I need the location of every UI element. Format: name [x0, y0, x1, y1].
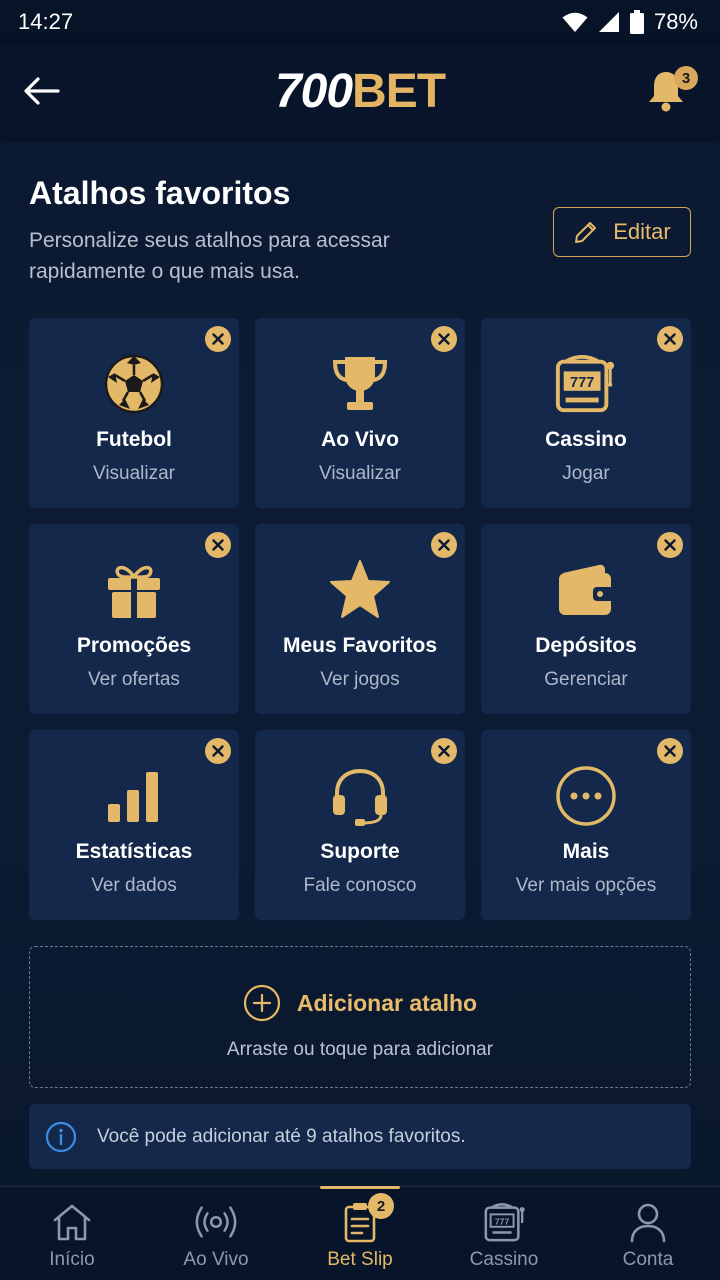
- shortcut-label: Estatísticas: [75, 840, 193, 863]
- nav-bet-slip[interactable]: 2 Bet Slip: [288, 1187, 432, 1280]
- remove-shortcut-button[interactable]: [657, 326, 683, 352]
- shortcut-sublabel: Jogar: [562, 463, 610, 484]
- nav-ao-vivo[interactable]: Ao Vivo: [144, 1187, 288, 1280]
- svg-text:777: 777: [570, 375, 594, 391]
- shortcut-mais[interactable]: Mais Ver mais opções: [481, 730, 691, 920]
- nav-label: Conta: [622, 1249, 674, 1270]
- nav-cassino[interactable]: 777 Cassino: [432, 1187, 576, 1280]
- page-subtitle: Personalize seus atalhos para acessar ra…: [29, 229, 390, 283]
- notifications-button[interactable]: 3: [646, 66, 698, 114]
- live-icon: [195, 1206, 237, 1238]
- remove-shortcut-button[interactable]: [657, 532, 683, 558]
- remove-shortcut-button[interactable]: [205, 326, 231, 352]
- status-time: 14:27: [18, 9, 74, 34]
- wifi-icon: [562, 12, 588, 32]
- svg-text:777: 777: [495, 1216, 510, 1226]
- remove-shortcut-button[interactable]: [657, 738, 683, 764]
- nav-label: Bet Slip: [327, 1249, 393, 1270]
- bar-chart-icon: [108, 772, 158, 822]
- shortcut-label: Futebol: [96, 428, 172, 451]
- close-icon: [438, 333, 450, 345]
- close-icon: [664, 333, 676, 345]
- shortcut-label: Mais: [562, 840, 610, 863]
- info-text: Você pode adicionar até 9 atalhos favori…: [97, 1125, 466, 1147]
- close-icon: [212, 745, 224, 757]
- shortcut-label: Depósitos: [535, 634, 637, 657]
- edit-label: Editar: [613, 219, 671, 244]
- gift-icon: [108, 565, 160, 618]
- nav-label: Cassino: [469, 1249, 539, 1270]
- add-shortcut-button[interactable]: Adicionar atalho Arraste ou toque para a…: [29, 946, 691, 1088]
- brand-logo[interactable]: 700 BET: [274, 64, 446, 119]
- remove-shortcut-button[interactable]: [431, 532, 457, 558]
- logo-part-1: 700: [274, 64, 353, 118]
- remove-shortcut-button[interactable]: [205, 532, 231, 558]
- nav-inicio[interactable]: Início: [0, 1187, 144, 1280]
- slot-machine-icon: 777: [555, 354, 615, 413]
- app-header: 700 BET 3: [0, 44, 720, 138]
- home-icon: [53, 1204, 91, 1241]
- slot-machine-icon: 777: [484, 1203, 525, 1242]
- back-arrow-icon[interactable]: [22, 74, 62, 108]
- notifications-badge: 3: [674, 66, 698, 90]
- nav-label: Início: [49, 1249, 95, 1270]
- battery-icon: [629, 10, 644, 34]
- close-icon: [212, 333, 224, 345]
- signal-icon: [598, 12, 619, 32]
- shortcut-futebol[interactable]: Futebol Visualizar: [29, 318, 239, 508]
- shortcut-sublabel: Ver jogos: [320, 669, 400, 690]
- add-shortcut-label: Adicionar atalho: [296, 989, 478, 1016]
- shortcut-label: Ao Vivo: [321, 428, 399, 451]
- shortcut-sublabel: Visualizar: [318, 463, 402, 484]
- headset-icon: [333, 768, 387, 826]
- shortcut-label: Meus Favoritos: [282, 634, 438, 657]
- shortcut-label: Promoções: [76, 634, 192, 657]
- close-icon: [438, 745, 450, 757]
- battery-percent: 78%: [653, 9, 698, 34]
- soccer-ball-icon: [104, 354, 164, 414]
- shortcut-sublabel: Gerenciar: [544, 669, 628, 690]
- close-icon: [664, 539, 676, 551]
- plus-circle-icon: [243, 984, 280, 1022]
- bottom-navigation: Início Ao Vivo 2 Bet Slip 777 Cassino Co…: [0, 1186, 720, 1280]
- shortcut-depositos[interactable]: Depósitos Gerenciar: [481, 524, 691, 714]
- pencil-icon: [575, 222, 597, 243]
- shortcut-sublabel: Fale conosco: [303, 875, 417, 896]
- close-icon: [438, 539, 450, 551]
- status-bar: 14:27 78%: [0, 0, 720, 44]
- info-icon: [45, 1121, 77, 1152]
- shortcut-meus-favoritos[interactable]: Meus Favoritos Ver jogos: [255, 524, 465, 714]
- shortcut-sublabel: Visualizar: [92, 463, 176, 484]
- logo-part-2: BET: [352, 64, 446, 118]
- nav-label: Ao Vivo: [183, 1249, 249, 1270]
- close-icon: [664, 745, 676, 757]
- shortcut-sublabel: Ver ofertas: [88, 669, 180, 690]
- remove-shortcut-button[interactable]: [205, 738, 231, 764]
- page-title: Atalhos favoritos: [29, 175, 291, 211]
- user-icon: [630, 1203, 666, 1243]
- nav-conta[interactable]: Conta: [576, 1187, 720, 1280]
- shortcut-estatisticas[interactable]: Estatísticas Ver dados: [29, 730, 239, 920]
- remove-shortcut-button[interactable]: [431, 326, 457, 352]
- shortcut-sublabel: Ver dados: [91, 875, 177, 896]
- edit-button[interactable]: Editar: [553, 207, 691, 257]
- shortcut-suporte[interactable]: Suporte Fale conosco: [255, 730, 465, 920]
- add-shortcut-hint: Arraste ou toque para adicionar: [226, 1039, 494, 1060]
- trophy-icon: [332, 357, 388, 410]
- shortcut-promocoes[interactable]: Promoções Ver ofertas: [29, 524, 239, 714]
- star-icon: [330, 560, 390, 618]
- shortcut-label: Suporte: [320, 840, 400, 863]
- close-icon: [212, 539, 224, 551]
- info-banner: Você pode adicionar até 9 atalhos favori…: [29, 1104, 691, 1169]
- shortcut-label: Cassino: [545, 428, 627, 451]
- shortcut-sublabel: Ver mais opções: [515, 875, 657, 896]
- shortcut-cassino[interactable]: 777 Cassino Jogar: [481, 318, 691, 508]
- more-icon: [556, 766, 616, 826]
- remove-shortcut-button[interactable]: [431, 738, 457, 764]
- wallet-icon: [559, 564, 615, 615]
- bet-slip-badge: 2: [368, 1193, 394, 1219]
- shortcut-ao-vivo[interactable]: Ao Vivo Visualizar: [255, 318, 465, 508]
- shortcuts-grid: Futebol Visualizar Ao Vivo Visualizar 77…: [29, 318, 691, 920]
